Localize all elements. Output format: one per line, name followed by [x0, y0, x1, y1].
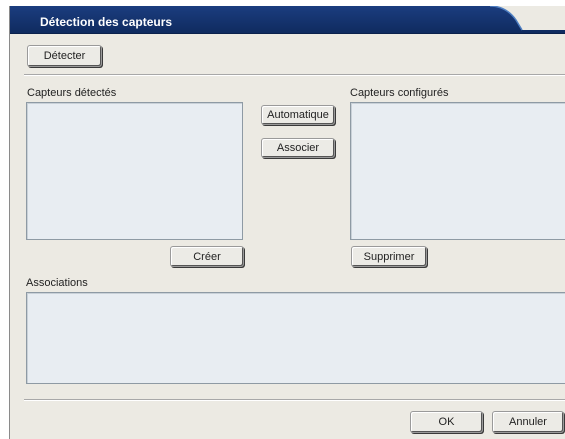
detect-button[interactable]: Détecter — [27, 45, 102, 67]
detect-button-label: Détecter — [43, 50, 86, 62]
ok-button[interactable]: OK — [410, 411, 483, 433]
automatic-button-label: Automatique — [267, 109, 329, 121]
toolbar-separator — [24, 74, 565, 76]
create-button[interactable]: Créer — [170, 246, 244, 267]
title-bar: Détection des capteurs — [10, 6, 565, 34]
delete-button[interactable]: Supprimer — [351, 246, 427, 267]
cancel-button-label: Annuler — [509, 416, 547, 428]
configured-sensors-label: Capteurs configurés — [350, 87, 449, 99]
configured-sensors-list[interactable] — [350, 102, 565, 240]
automatic-button[interactable]: Automatique — [261, 105, 335, 125]
associations-label: Associations — [26, 277, 88, 289]
associations-list[interactable] — [26, 292, 565, 384]
create-button-label: Créer — [193, 250, 221, 263]
footer-separator — [24, 399, 565, 401]
detected-sensors-label: Capteurs détectés — [27, 87, 117, 99]
ok-button-label: OK — [438, 416, 455, 428]
window-title: Détection des capteurs — [40, 15, 173, 29]
sensor-detection-dialog: Détection des capteurs Détecter Capteurs… — [9, 6, 565, 439]
associate-button-label: Associer — [276, 142, 320, 154]
cancel-button[interactable]: Annuler — [492, 411, 564, 433]
associate-button[interactable]: Associer — [261, 138, 335, 158]
delete-button-label: Supprimer — [363, 250, 415, 263]
detected-sensors-list[interactable] — [26, 102, 243, 240]
